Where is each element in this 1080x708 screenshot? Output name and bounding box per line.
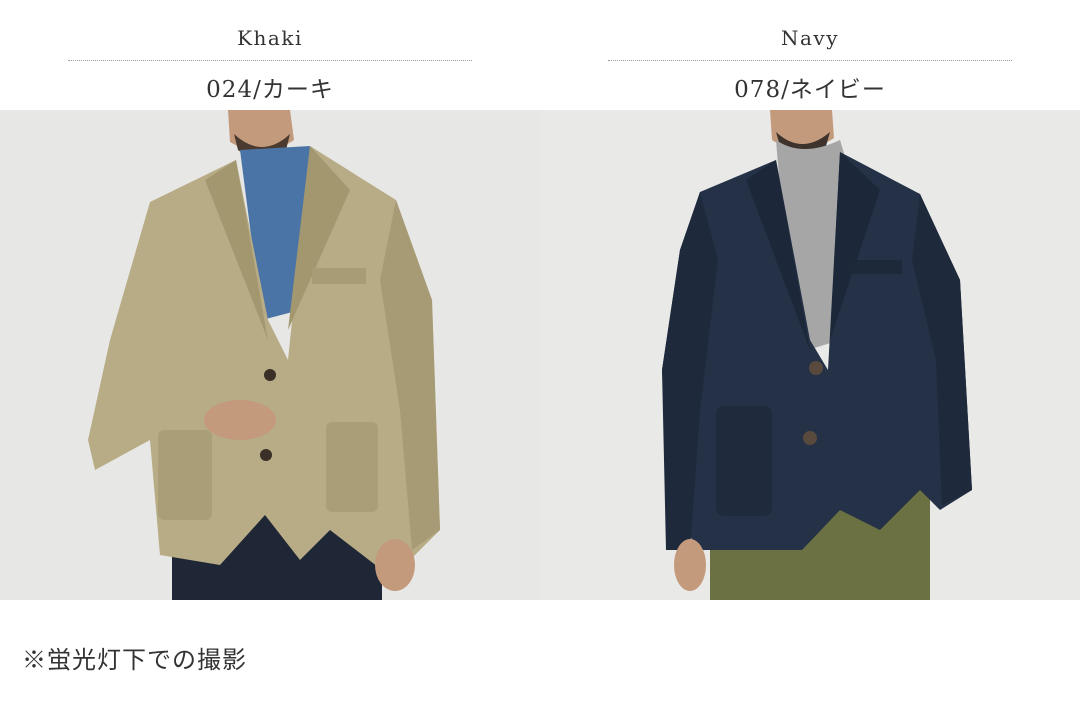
lighting-footnote: ※蛍光灯下での撮影	[22, 646, 247, 674]
variant-header: Khaki 024/カーキ	[0, 0, 540, 110]
dotted-divider	[608, 60, 1012, 61]
variant-name-en: Khaki	[237, 26, 303, 50]
product-photo-icon	[0, 110, 540, 600]
product-photo-khaki	[0, 110, 540, 600]
variant-navy: Navy 078/ネイビー	[540, 0, 1080, 600]
variant-khaki: Khaki 024/カーキ	[0, 0, 540, 600]
dotted-divider	[68, 60, 472, 61]
product-photo-navy	[540, 110, 1080, 600]
variant-header: Navy 078/ネイビー	[540, 0, 1080, 110]
variant-code-label: 024/カーキ	[206, 77, 334, 103]
variant-name-en: Navy	[780, 26, 840, 50]
variant-code-label: 078/ネイビー	[734, 77, 886, 103]
product-photo-icon	[540, 110, 1080, 600]
product-color-variants: Khaki 024/カーキ Navy 078/ネイビー ※蛍光灯下での撮影	[0, 0, 1080, 708]
